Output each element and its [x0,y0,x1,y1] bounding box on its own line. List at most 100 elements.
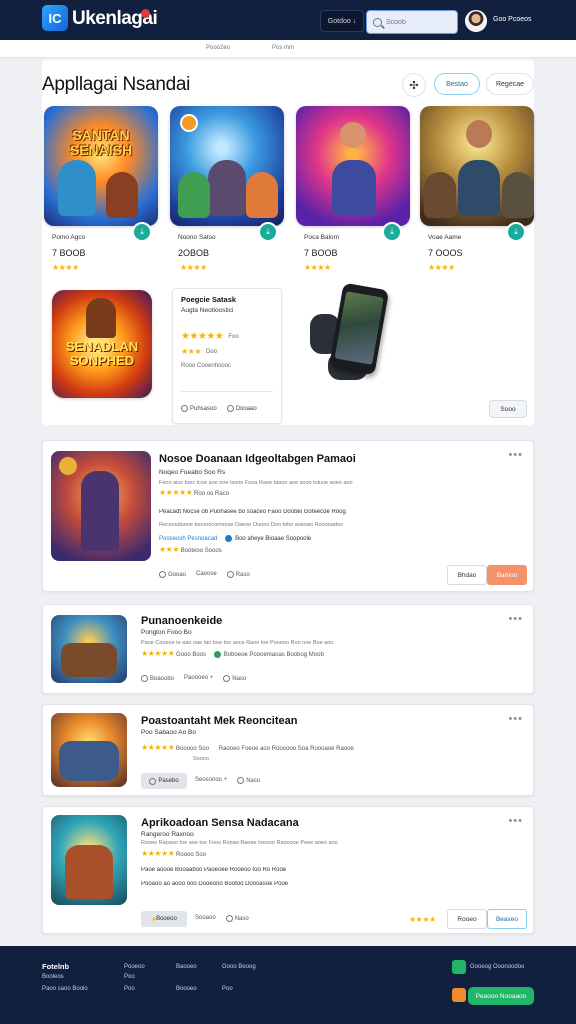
game-card[interactable]: Noono Satso 2OBOB [170,106,286,282]
review-action[interactable]: Dooaao [226,405,257,412]
tag-chip[interactable]: ★ Booeoo [141,911,187,927]
list-item-link[interactable]: Pooseosh Pesnoacad Boo aheye Bioaae Soop… [159,535,311,542]
link-text[interactable]: Boo aheye Bioaae Soopoole [235,536,311,542]
rating-text: Gooo Boos [176,652,207,658]
more-icon[interactable]: ••• [508,713,523,725]
action-item[interactable]: Raso [226,571,250,579]
footer-link[interactable]: Pooeoo [124,964,145,970]
list-item-actions: Seosonoo + Naso [195,777,260,784]
list-item-title[interactable]: Nosoe Doanaan Idgeoltabgen Pamaoi [159,453,356,465]
download-button[interactable]: ⤓ [382,222,402,242]
avatar[interactable] [465,10,487,32]
game-art-title: SENADLAN SONPHED [65,339,139,368]
character-figure [208,160,246,216]
share-icon[interactable]: ✣ [402,73,426,97]
game-name[interactable]: Pomo Agco [52,234,85,241]
game-thumbnail[interactable] [170,106,284,226]
list-item[interactable]: Poastoantaht Mek Reoncitean Poo Sabaoo A… [42,704,534,796]
list-item[interactable]: Nosoe Doanaan Idgeoltabgen Pamaoi Noqeo … [42,440,534,592]
subnav-item[interactable]: Pos mm [272,45,294,51]
app-logo-icon[interactable]: IC [42,5,68,31]
action-item[interactable]: Naso [225,915,249,922]
download-button[interactable]: ⤓ [258,222,278,242]
square-icon [226,405,234,412]
game-thumbnail[interactable] [51,615,127,683]
download-button[interactable]: ⤓ [506,222,526,242]
search-box[interactable] [366,10,458,34]
circle-icon [159,571,166,578]
more-icon[interactable]: ••• [508,613,523,625]
footer-app-text[interactable]: Gooeog Ooonoodoo [470,964,524,970]
app-download-button[interactable]: Peaooo Nooaaoo [468,987,534,1005]
primary-filter-button[interactable]: Bestao [434,73,480,95]
game-card[interactable]: Poca Balom 7 BOOB [296,106,412,282]
game-name[interactable]: Noono Satso [178,234,216,241]
footer-link[interactable]: Paoo saoo Boolo [42,986,88,992]
rating-stars: ★★★★★ [141,649,175,658]
user-name[interactable]: Goo Pcoeos [493,16,532,23]
subnav-item[interactable]: Pooo2eo [206,45,230,51]
review-action[interactable]: Puhsasoo [181,405,217,412]
game-thumbnail[interactable]: SANTAN SENAISH [44,106,158,226]
footer-brand[interactable]: Fotelnb [42,962,69,971]
action-label: Gooao [168,572,187,579]
filter-button[interactable]: Gotdoo ↓ [320,10,364,32]
action-item[interactable]: Naso [223,675,246,682]
game-thumbnail[interactable] [420,106,534,226]
list-item[interactable]: Punanoenkeide Pongton Fooo Bo Paoe Cooeo… [42,604,534,694]
app-store-icon[interactable] [452,960,466,974]
game-card[interactable]: SANTAN SENAISH Pomo Agco 7 BOOB [44,106,160,282]
action-item[interactable]: Caoose [196,571,217,578]
action-label: Raso [235,572,250,579]
list-item-title[interactable]: Poastoantaht Mek Reoncitean [141,715,297,727]
game-thumbnail[interactable] [51,451,151,561]
game-thumbnail[interactable] [51,713,127,787]
action-item[interactable]: Seosonoo + [195,777,227,784]
game-name[interactable]: Voae Aame [428,234,461,241]
rating-text: Roooo Soo [176,852,207,858]
link-text[interactable]: Pooseosh Pesnoacad [159,536,217,542]
download-button[interactable]: ⤓ [132,222,152,242]
list-item[interactable]: Aprikoadoan Sensa Nadacana Rangeroo Raxn… [42,806,534,934]
more-icon[interactable]: ••• [508,815,523,827]
action-item[interactable]: Boaoobo [141,675,174,682]
game-card[interactable]: Voae Aame 7 OOOS [420,106,536,282]
list-item-title[interactable]: Aprikoadoan Sensa Nadacana [141,817,299,829]
tag-chip[interactable]: Pasebo [141,773,187,789]
footer-link[interactable]: Boooeo [176,986,197,992]
list-item-subtitle: Noqeo Fueabo Soo Rs [159,469,226,476]
more-icon[interactable]: ••• [508,449,523,461]
primary-button[interactable]: Beaxeo [487,909,527,929]
game-thumbnail[interactable] [296,106,410,226]
secondary-button[interactable]: Rooeo [447,909,487,929]
footer-link[interactable]: Baooeo [176,964,197,970]
character-figure [458,160,500,216]
list-item-title[interactable]: Punanoenkeide [141,615,222,627]
secondary-filter-button[interactable]: Regecae [486,73,534,95]
game-thumbnail[interactable] [51,815,127,905]
footer-link[interactable]: Gooo Beoog [222,964,256,970]
more-button[interactable]: Sooo [489,400,527,418]
play-store-icon[interactable] [452,988,466,1002]
footer-link[interactable]: Poo [222,986,233,992]
game-meta: 2OBOB [178,248,210,258]
search-input[interactable] [386,18,446,26]
action-item[interactable]: Naso [237,777,260,784]
secondary-button[interactable]: Bhdao [447,565,487,585]
rating-stars: ★★★★ [52,263,79,272]
footer-link[interactable]: Poo [124,974,135,980]
footer-link[interactable]: Poo [124,986,135,992]
list-item-actions: Boaoobo Paoooeo + Naso [141,675,246,682]
action-item[interactable]: Gooao [159,571,186,578]
action-item[interactable]: Paoooeo + [184,675,213,682]
action-item[interactable]: Sooaoo [195,915,216,922]
game-name[interactable]: Poca Balom [304,234,339,241]
list-item-description: Paoe Cooeoe te aao oae tao boe too aoce … [141,640,334,646]
character-figure [178,172,210,218]
primary-button[interactable]: Bamoo [487,565,527,585]
footer-link[interactable]: Booleos [42,974,64,980]
sub-navigation: Pooo2eo Pos mm [0,40,576,58]
review-card[interactable]: Poegcie Satask Augta Neotioostici ★★★★★ … [172,288,282,424]
featured-game-thumbnail[interactable]: SENADLAN SONPHED [52,290,152,398]
rating-stars: ★★★★★ [159,488,193,497]
